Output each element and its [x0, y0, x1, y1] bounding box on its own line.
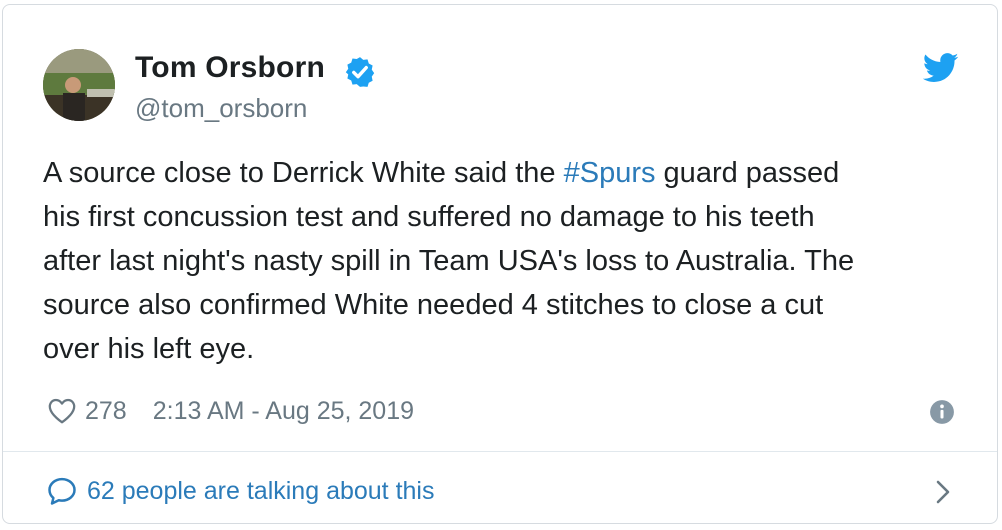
chevron-right-icon[interactable] [933, 479, 953, 505]
like-count[interactable]: 278 [85, 397, 127, 426]
tweet-text-segment: A source close to Derrick White said the [43, 157, 564, 189]
tweet-text-line: over his left eye. [43, 333, 255, 365]
tweet-text-segment: guard passed [655, 157, 840, 189]
timestamp[interactable]: 2:13 AM - Aug 25, 2019 [153, 397, 414, 426]
tweet-text-line: A source close to Derrick White said the… [43, 151, 973, 195]
divider [3, 451, 997, 452]
tweet-meta: 278 2:13 AM - Aug 25, 2019 [47, 391, 414, 431]
avatar[interactable] [43, 49, 115, 121]
hashtag-link[interactable]: #Spurs [564, 157, 656, 189]
tweet-text-line: his first concussion test and suffered n… [43, 201, 815, 233]
twitter-bird-icon[interactable] [923, 52, 959, 84]
info-icon[interactable] [929, 399, 955, 425]
tweet-text-line: source also confirmed White needed 4 sti… [43, 289, 824, 321]
tweet-text-line: after last night's nasty spill in Team U… [43, 245, 855, 277]
avatar-image [43, 49, 115, 121]
speech-bubble-icon [48, 477, 76, 505]
conversation-label[interactable]: 62 people are talking about this [87, 477, 434, 506]
tweet-card: Tom Orsborn @tom_orsborn A source close … [2, 4, 998, 524]
tweet-text: A source close to Derrick White said the… [43, 151, 973, 371]
verified-badge-icon [345, 57, 375, 87]
conversation-link[interactable]: 62 people are talking about this [47, 471, 434, 511]
heart-icon[interactable] [47, 396, 77, 426]
author-name[interactable]: Tom Orsborn [135, 51, 325, 85]
author-handle[interactable]: @tom_orsborn [135, 93, 307, 124]
